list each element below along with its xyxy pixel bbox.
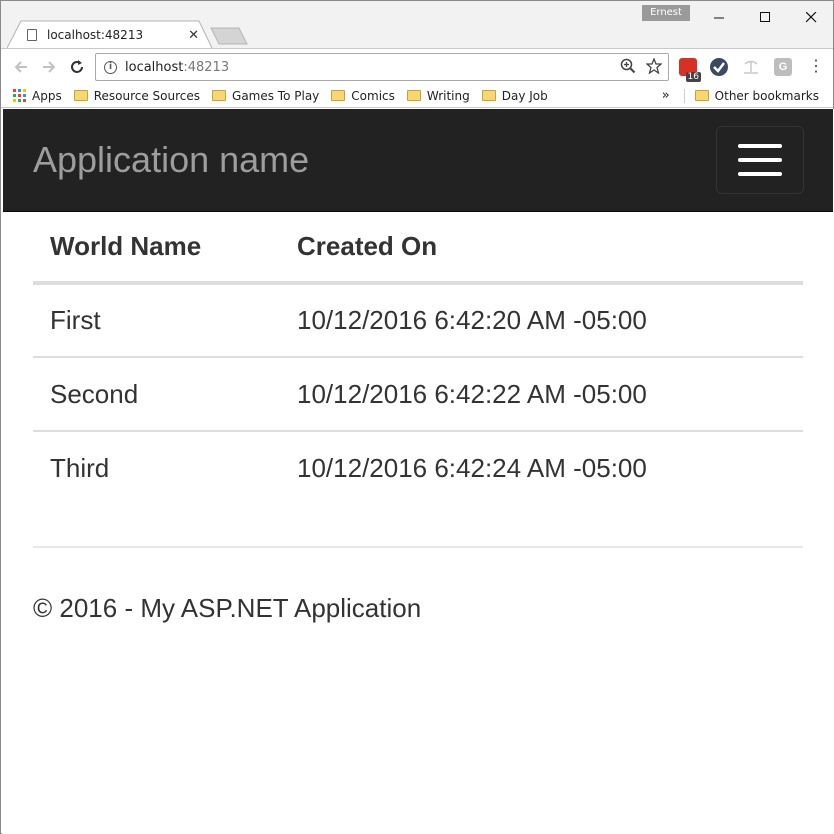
forward-arrow-icon bbox=[43, 61, 56, 73]
folder-icon bbox=[694, 90, 709, 101]
table-row: Second 10/12/2016 6:42:22 AM -05:00 bbox=[33, 357, 803, 432]
apps-grid-icon bbox=[13, 89, 26, 102]
browser-toolbar: i localhost:48213 16 G ⋮ bbox=[1, 48, 833, 84]
hamburger-icon-bar bbox=[738, 172, 782, 176]
minimize-icon bbox=[713, 17, 724, 18]
bookmark-games-to-play[interactable]: Games To Play bbox=[212, 89, 319, 103]
tab-title: localhost:48213 bbox=[47, 27, 144, 42]
zoom-icon[interactable] bbox=[620, 58, 636, 74]
url-port: :48213 bbox=[183, 59, 230, 75]
extension-calendar-icon[interactable]: 16 bbox=[679, 58, 701, 82]
browser-window: Ernest localhost:48213 ✕ i localhost:48… bbox=[0, 0, 834, 834]
navbar-toggle-button[interactable] bbox=[716, 126, 804, 194]
close-window-button[interactable] bbox=[788, 3, 834, 31]
folder-icon bbox=[212, 90, 227, 101]
back-arrow-icon bbox=[14, 61, 27, 73]
bookmark-day-job[interactable]: Day Job bbox=[481, 89, 548, 103]
created-on-cell: 10/12/2016 6:42:22 AM -05:00 bbox=[280, 357, 803, 432]
footer-divider bbox=[33, 546, 803, 548]
tab-strip: Ernest localhost:48213 ✕ bbox=[1, 1, 834, 49]
profile-button[interactable]: Ernest bbox=[642, 5, 690, 21]
forward-button[interactable] bbox=[39, 57, 59, 77]
app-navbar: Application name bbox=[3, 109, 833, 212]
table-header-row: World Name Created On bbox=[33, 212, 803, 285]
extension-g-icon[interactable]: G bbox=[774, 58, 792, 76]
column-header-world-name: World Name bbox=[33, 212, 280, 285]
extension-island-icon[interactable] bbox=[742, 58, 760, 76]
extension-check-icon[interactable] bbox=[710, 58, 728, 76]
minimize-button[interactable] bbox=[696, 3, 742, 31]
browser-menu-icon[interactable]: ⋮ bbox=[807, 58, 825, 76]
site-info-icon[interactable]: i bbox=[104, 60, 117, 74]
close-tab-icon[interactable]: ✕ bbox=[188, 27, 199, 43]
folder-icon bbox=[331, 90, 346, 101]
app-brand-link[interactable]: Application name bbox=[33, 139, 309, 181]
table-row: Third 10/12/2016 6:42:24 AM -05:00 bbox=[33, 431, 803, 505]
world-name-cell: Third bbox=[50, 453, 110, 483]
bookmark-comics[interactable]: Comics bbox=[331, 89, 395, 103]
folder-icon bbox=[406, 90, 421, 101]
url-host: localhost bbox=[125, 59, 184, 75]
reload-icon bbox=[71, 60, 83, 73]
address-bar[interactable]: i localhost:48213 bbox=[95, 53, 669, 81]
worlds-table: World Name Created On First 10/12/2016 6… bbox=[33, 212, 803, 505]
maximize-icon bbox=[759, 11, 770, 22]
back-button[interactable] bbox=[11, 57, 31, 77]
bookmark-other-bookmarks[interactable]: Other bookmarks bbox=[683, 88, 819, 103]
maximize-button[interactable] bbox=[742, 3, 788, 31]
close-icon bbox=[805, 11, 816, 22]
tab-active[interactable]: localhost:48213 ✕ bbox=[21, 21, 207, 48]
bookmark-apps[interactable]: Apps bbox=[13, 89, 62, 103]
folder-icon bbox=[73, 90, 88, 101]
folder-icon bbox=[481, 90, 496, 101]
created-on-cell: 10/12/2016 6:42:20 AM -05:00 bbox=[280, 283, 803, 358]
created-on-cell: 10/12/2016 6:42:24 AM -05:00 bbox=[297, 453, 647, 483]
hamburger-icon-bar bbox=[738, 158, 782, 162]
hamburger-icon-bar bbox=[738, 144, 782, 148]
column-header-created-on: Created On bbox=[280, 212, 803, 285]
extension-badge: 16 bbox=[685, 72, 701, 82]
page-content: Application name World Name Created On F… bbox=[2, 109, 834, 834]
reload-button[interactable] bbox=[67, 57, 87, 77]
bookmark-star-icon[interactable] bbox=[646, 58, 662, 74]
table-row: First 10/12/2016 6:42:20 AM -05:00 bbox=[33, 283, 803, 358]
bookmark-writing[interactable]: Writing bbox=[406, 89, 470, 103]
bookmark-resource-sources[interactable]: Resource Sources bbox=[73, 89, 200, 103]
bookmarks-overflow-button[interactable]: » bbox=[662, 88, 670, 103]
footer-text: © 2016 - My ASP.NET Application bbox=[33, 593, 422, 623]
new-tab-button[interactable] bbox=[209, 27, 249, 46]
world-name-cell: First bbox=[33, 283, 280, 358]
bookmarks-bar: Apps Resource Sources Games To Play Comi… bbox=[1, 84, 833, 108]
page-icon bbox=[27, 28, 37, 41]
world-name-cell: Second bbox=[33, 357, 280, 432]
